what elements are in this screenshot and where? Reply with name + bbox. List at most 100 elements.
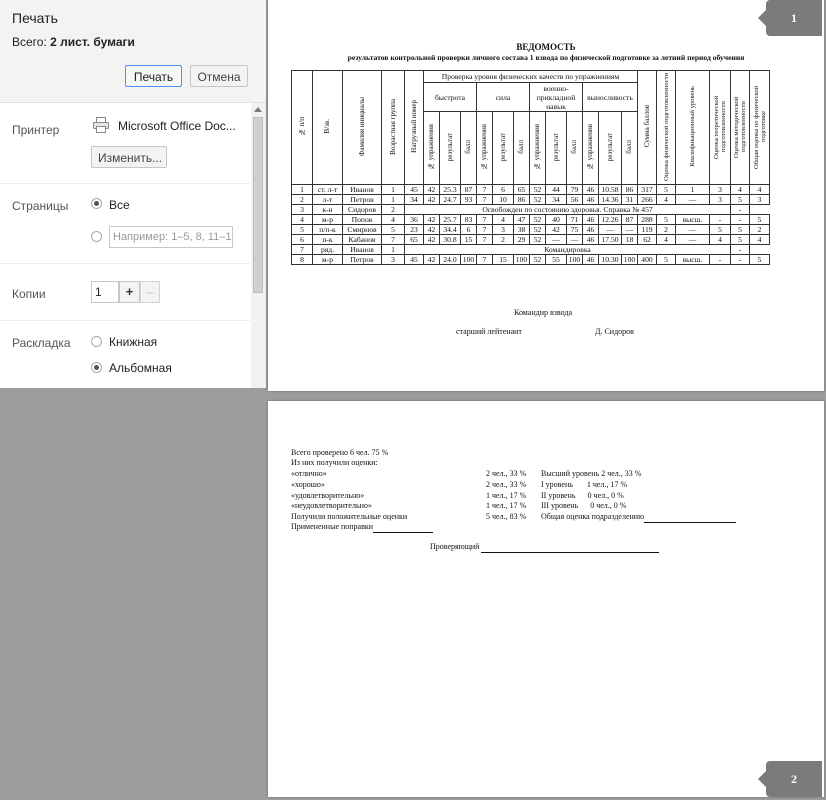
table-cell: 7 xyxy=(291,244,313,255)
printer-icon xyxy=(92,116,110,134)
th-score-2: балл xyxy=(513,111,530,185)
table-cell: 46 xyxy=(582,224,599,235)
table-cell: ряд. xyxy=(312,244,343,255)
layout-landscape-radio[interactable] xyxy=(91,362,102,373)
p2-positive-value: 5 чел., 83 % xyxy=(486,512,527,521)
table-cell: 4 xyxy=(749,234,770,245)
table-cell: 56 xyxy=(566,194,583,205)
th-score-1: балл xyxy=(460,111,477,185)
table-cell: 10 xyxy=(492,194,514,205)
table-cell: 5 xyxy=(730,224,750,235)
results-table: № п/п В/зв. Фамилия инициалы Возрастная … xyxy=(291,70,770,265)
table-cell: 31 xyxy=(621,194,638,205)
table-cell: - xyxy=(709,214,731,225)
copies-label: Копии xyxy=(12,287,46,301)
table-cell: 42 xyxy=(423,184,440,195)
scroll-up-arrow-icon[interactable] xyxy=(254,107,262,112)
table-cell: 5 xyxy=(656,184,676,195)
layout-label: Раскладка xyxy=(12,336,71,350)
table-cell: 42 xyxy=(423,224,440,235)
table-cell: 42 xyxy=(423,254,440,265)
table-cell: 7 xyxy=(476,184,493,195)
table-cell: 5 xyxy=(291,224,313,235)
change-printer-button[interactable]: Изменить... xyxy=(91,146,167,168)
table-cell: 7 xyxy=(476,194,493,205)
th-ex-num-1: № упражнения xyxy=(423,111,440,185)
table-cell: 93 xyxy=(460,194,477,205)
commander-rank: старший лейтенант xyxy=(456,327,522,336)
print-settings-panel: Печать Всего: 2 лист. бумаги Печать Отме… xyxy=(0,0,266,388)
table-cell: - xyxy=(730,254,750,265)
table-cell: 100 xyxy=(513,254,530,265)
table-cell: 5 xyxy=(730,234,750,245)
table-cell: 288 xyxy=(637,214,657,225)
table-cell: 34.4 xyxy=(439,224,461,235)
layout-portrait-radio[interactable] xyxy=(91,336,102,347)
table-cell: 1 xyxy=(291,184,313,195)
table-cell: 42 xyxy=(423,214,440,225)
th-theory-grade: Оценка теоретической подготовленности xyxy=(709,70,731,185)
table-cell: п/п-к xyxy=(312,224,343,235)
copies-input[interactable]: 1 xyxy=(91,281,119,303)
table-cell: 79 xyxy=(566,184,583,195)
scrollbar-thumb[interactable] xyxy=(253,117,263,293)
table-cell: 52 xyxy=(529,214,546,225)
p2-good: «хорошо» xyxy=(291,480,325,489)
th-phys-grade: Оценка физической подготовленности xyxy=(656,70,676,185)
table-cell: 6 xyxy=(291,234,313,245)
table-cell: 3 xyxy=(749,194,770,205)
copies-decrement-button[interactable]: – xyxy=(140,281,160,303)
table-cell: 34 xyxy=(545,194,567,205)
table-cell: 46 xyxy=(582,194,599,205)
table-cell: - xyxy=(730,204,750,215)
table-cell: 42 xyxy=(545,224,567,235)
table-cell: 52 xyxy=(529,254,546,265)
p2-excellent-value: 2 чел., 33 % xyxy=(486,469,527,478)
layout-row: Раскладка Книжная Альбомная xyxy=(0,320,250,388)
table-cell: 4 xyxy=(656,194,676,205)
table-cell: 4 xyxy=(730,184,750,195)
table-cell: высш. xyxy=(675,214,710,225)
th-name: Фамилия инициалы xyxy=(342,70,382,185)
table-cell: 65 xyxy=(513,184,530,195)
table-cell: 100 xyxy=(566,254,583,265)
printer-name: Microsoft Office Doc... xyxy=(118,119,236,133)
table-cell: 2 xyxy=(749,224,770,235)
copies-increment-button[interactable]: + xyxy=(119,281,140,303)
settings-scrollbar[interactable] xyxy=(251,103,266,388)
table-row: 3 к-н Сидоров 2 Освобожден по состоянию здор… xyxy=(291,204,770,215)
table-cell: л-т xyxy=(312,194,343,205)
table-cell: 4 xyxy=(709,234,731,245)
table-cell: 7 xyxy=(476,234,493,245)
p2-level-high: Высший уровень 2 чел., 33 % xyxy=(541,469,642,478)
table-cell: Смирнов xyxy=(342,224,382,235)
th-total-grade: Общая оценка по физической подготовке xyxy=(749,70,770,185)
table-cell: — xyxy=(566,234,583,245)
table-cell: 1 xyxy=(381,184,405,195)
pages-all-radio[interactable] xyxy=(91,198,102,209)
table-cell: - xyxy=(709,254,731,265)
table-cell: 4 xyxy=(381,214,405,225)
table-cell: 52 xyxy=(529,184,546,195)
cancel-button[interactable]: Отмена xyxy=(190,65,248,87)
table-cell: — xyxy=(675,224,710,235)
table-cell: 266 xyxy=(637,194,657,205)
table-cell: Освобожден по состоянию здоровья. Справк… xyxy=(404,204,731,215)
p2-satisfactory-value: 1 чел., 17 % xyxy=(486,491,527,500)
table-cell: 71 xyxy=(566,214,583,225)
pages-label: Страницы xyxy=(12,199,69,213)
table-cell: 15 xyxy=(460,234,477,245)
settings-list: Принтер Microsoft Office Doc... Изменить… xyxy=(0,103,266,388)
pages-custom-input[interactable]: Например: 1–5, 8, 11–13 xyxy=(109,226,233,248)
pages-custom-radio[interactable] xyxy=(91,231,102,242)
table-cell: 40 xyxy=(545,214,567,225)
table-cell: Петров xyxy=(342,194,382,205)
th-load-num: Нагрузный номер xyxy=(404,70,424,185)
table-cell: Иванов xyxy=(342,244,382,255)
table-cell: 15 xyxy=(492,254,514,265)
th-num: № п/п xyxy=(291,70,313,185)
table-cell: 86 xyxy=(621,184,638,195)
th-rank: В/зв. xyxy=(312,70,343,185)
print-button[interactable]: Печать xyxy=(125,65,182,87)
table-cell: 47 xyxy=(513,214,530,225)
